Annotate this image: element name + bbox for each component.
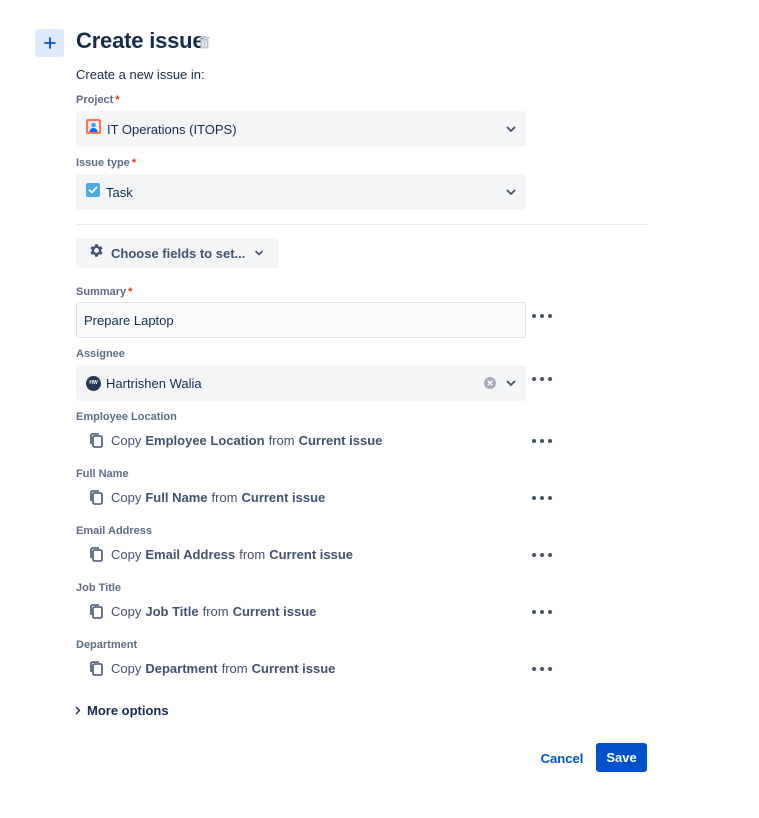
section-divider bbox=[76, 224, 648, 225]
required-mark: * bbox=[128, 286, 132, 298]
page-subtitle: Create a new issue in: bbox=[76, 67, 205, 82]
copy-field-more-icon[interactable] bbox=[532, 493, 552, 503]
assignee-select[interactable]: HW Hartrishen Walia bbox=[76, 365, 526, 401]
summary-label-text: Summary bbox=[76, 286, 126, 298]
summary-value: Prepare Laptop bbox=[84, 313, 174, 328]
create-issue-plus-icon bbox=[35, 29, 64, 57]
copy-middle: from bbox=[203, 604, 229, 619]
chevron-down-icon bbox=[504, 376, 518, 395]
copy-prefix: Copy bbox=[111, 433, 141, 448]
chevron-right-icon bbox=[75, 706, 81, 715]
copy-field-row[interactable]: Copy Email Address from Current issue bbox=[88, 546, 353, 563]
chevron-down-icon bbox=[504, 122, 518, 141]
copy-field-name: Department bbox=[145, 661, 217, 676]
project-select[interactable]: IT Operations (ITOPS) bbox=[76, 111, 526, 147]
page-title: Create issue bbox=[76, 28, 204, 54]
clear-icon[interactable] bbox=[484, 377, 496, 389]
copy-field-row[interactable]: Copy Employee Location from Current issu… bbox=[88, 432, 382, 449]
copy-field-label: Full Name bbox=[76, 468, 129, 480]
issue-type-value: Task bbox=[106, 185, 133, 200]
summary-more-icon[interactable] bbox=[532, 311, 552, 321]
copy-field-more-icon[interactable] bbox=[532, 436, 552, 446]
copy-prefix: Copy bbox=[111, 490, 141, 505]
copy-field-label: Job Title bbox=[76, 582, 121, 594]
summary-input[interactable]: Prepare Laptop bbox=[76, 302, 526, 338]
copy-source: Current issue bbox=[252, 661, 336, 676]
required-mark: * bbox=[132, 157, 136, 169]
copy-middle: from bbox=[222, 661, 248, 676]
assignee-avatar: HW bbox=[86, 376, 101, 391]
copy-field-name: Full Name bbox=[145, 490, 207, 505]
copy-field-name: Employee Location bbox=[145, 433, 264, 448]
task-checkbox-icon bbox=[86, 183, 100, 202]
copy-prefix: Copy bbox=[111, 547, 141, 562]
copy-source: Current issue bbox=[299, 433, 383, 448]
more-options-label: More options bbox=[87, 703, 169, 718]
copy-field-label: Employee Location bbox=[76, 411, 177, 423]
chevron-down-icon bbox=[504, 185, 518, 204]
copy-icon bbox=[88, 546, 105, 563]
issue-type-select[interactable]: Task bbox=[76, 174, 526, 210]
summary-label: Summary* bbox=[76, 286, 132, 298]
copy-icon bbox=[88, 432, 105, 449]
trash-icon[interactable] bbox=[199, 36, 210, 54]
copy-prefix: Copy bbox=[111, 604, 141, 619]
copy-icon bbox=[88, 489, 105, 506]
copy-field-row[interactable]: Copy Full Name from Current issue bbox=[88, 489, 325, 506]
copy-icon bbox=[88, 660, 105, 677]
copy-icon bbox=[88, 603, 105, 620]
copy-field-name: Job Title bbox=[145, 604, 198, 619]
copy-prefix: Copy bbox=[111, 661, 141, 676]
copy-field-more-icon[interactable] bbox=[532, 607, 552, 617]
project-label-text: Project bbox=[76, 94, 113, 106]
issue-type-label-text: Issue type bbox=[76, 157, 130, 169]
assignee-label: Assignee bbox=[76, 348, 125, 360]
copy-source: Current issue bbox=[269, 547, 353, 562]
assignee-value: Hartrishen Walia bbox=[106, 376, 202, 391]
copy-field-row[interactable]: Copy Job Title from Current issue bbox=[88, 603, 316, 620]
required-mark: * bbox=[115, 94, 119, 106]
copy-middle: from bbox=[239, 547, 265, 562]
assignee-more-icon[interactable] bbox=[532, 374, 552, 384]
project-value: IT Operations (ITOPS) bbox=[107, 122, 237, 137]
copy-field-more-icon[interactable] bbox=[532, 550, 552, 560]
copy-field-label: Email Address bbox=[76, 525, 152, 537]
copy-field-label: Department bbox=[76, 639, 137, 651]
copy-source: Current issue bbox=[241, 490, 325, 505]
cancel-button[interactable]: Cancel bbox=[536, 744, 588, 772]
choose-fields-label: Choose fields to set... bbox=[111, 246, 245, 261]
copy-middle: from bbox=[269, 433, 295, 448]
copy-field-name: Email Address bbox=[145, 547, 235, 562]
more-options-toggle[interactable]: More options bbox=[75, 703, 169, 718]
save-button[interactable]: Save bbox=[596, 743, 647, 772]
copy-field-row[interactable]: Copy Department from Current issue bbox=[88, 660, 335, 677]
project-label: Project* bbox=[76, 94, 120, 106]
copy-source: Current issue bbox=[233, 604, 317, 619]
copy-middle: from bbox=[211, 490, 237, 505]
project-avatar-icon bbox=[86, 119, 101, 139]
chevron-down-icon bbox=[253, 247, 265, 259]
issue-type-label: Issue type* bbox=[76, 157, 136, 169]
copy-field-more-icon[interactable] bbox=[532, 664, 552, 674]
choose-fields-button[interactable]: Choose fields to set... bbox=[76, 238, 279, 268]
gear-icon bbox=[88, 242, 105, 264]
